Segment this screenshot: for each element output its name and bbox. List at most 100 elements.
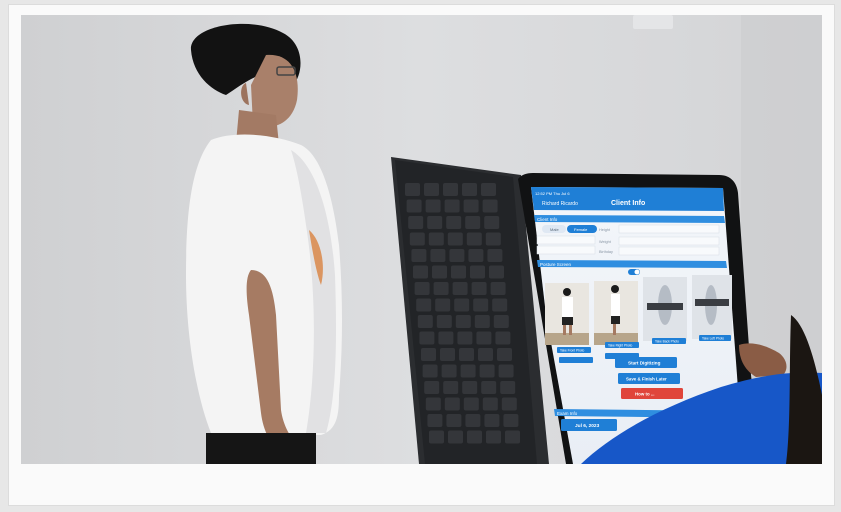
keyboard-key	[446, 414, 462, 427]
height-label: Height	[599, 228, 611, 232]
keyboard-key	[441, 364, 457, 378]
keyboard-key	[473, 298, 489, 312]
start-digitizing-label: Start Digitizing	[628, 361, 661, 366]
keyboard-key	[452, 282, 468, 295]
keyboard-key	[435, 298, 451, 312]
keyboard-key	[433, 282, 449, 295]
keyboard-key	[444, 397, 460, 411]
birthday-label: Birthday	[599, 250, 613, 254]
toggle-knob	[634, 269, 640, 275]
keyboard-key	[427, 414, 443, 427]
field-row-2[interactable]	[536, 245, 596, 255]
section-photos-label: Posture Screen	[540, 262, 572, 267]
keyboard-key	[492, 298, 508, 312]
wall-outlet	[633, 15, 673, 29]
keyboard-key	[481, 183, 496, 196]
keyboard-key	[443, 381, 459, 394]
keyboard-key	[505, 430, 520, 444]
keyboard-key	[451, 265, 466, 279]
keyboard-key	[478, 348, 493, 361]
keyboard-key	[444, 199, 460, 213]
keyboard-key	[432, 265, 447, 279]
keyboard-key	[493, 315, 509, 328]
keyboard-key	[484, 216, 500, 229]
keyboard-key	[501, 397, 517, 411]
keyboard-key	[462, 381, 478, 394]
weight-label: Weight	[599, 240, 612, 244]
keyboard-key	[447, 232, 463, 246]
keyboard-key	[457, 331, 473, 345]
keyboard-key	[429, 430, 444, 444]
keyboard-key	[455, 315, 471, 328]
save-finish-later-label: Save & Finish Later	[626, 377, 667, 382]
keyboard-key	[438, 331, 454, 345]
keyboard-key	[465, 414, 481, 427]
retake-front-button[interactable]	[559, 357, 593, 363]
keyboard-key	[414, 282, 430, 295]
keyboard-key	[413, 265, 428, 279]
keyboard-key	[465, 216, 481, 229]
keyboard-key	[409, 232, 425, 246]
keyboard-key	[462, 183, 477, 196]
field-birthday[interactable]	[618, 246, 720, 256]
keyboard-key	[440, 348, 455, 361]
keyboard-key	[466, 232, 482, 246]
keyboard-key	[446, 216, 462, 229]
keyboard-key	[500, 381, 516, 394]
keyboard-key	[482, 199, 498, 213]
app-title: Client Info	[611, 200, 645, 207]
keyboard-key	[430, 249, 446, 262]
keyboard-key	[428, 232, 444, 246]
keyboard-key	[421, 348, 436, 361]
keyboard-key	[463, 397, 479, 411]
keyboard-key	[486, 430, 501, 444]
sex-male-label: Male	[550, 227, 559, 232]
keyboard-key	[495, 331, 511, 345]
take-front-label: Take Front Photo	[560, 349, 584, 353]
section-client-label: Client Info	[537, 217, 558, 222]
keyboard-key	[454, 298, 470, 312]
section-bar-client	[534, 215, 725, 223]
keyboard-key	[485, 232, 501, 246]
take-back-label: Take Back Photo	[655, 340, 679, 344]
keyboard-key	[489, 265, 504, 279]
keyboard-key	[474, 315, 490, 328]
keyboard-key	[449, 249, 465, 262]
sex-female-label: Female	[574, 227, 588, 232]
keyboard-key	[448, 430, 463, 444]
keyboard-key	[425, 199, 441, 213]
keyboard-key	[425, 397, 441, 411]
field-weight[interactable]	[618, 236, 720, 246]
keyboard-key	[416, 298, 432, 312]
keyboard-key	[424, 381, 440, 394]
keyboard-key	[463, 199, 479, 213]
keyboard-key	[481, 381, 497, 394]
keyboard-key	[459, 348, 474, 361]
take-side-label: Take Right Photo	[608, 344, 633, 348]
keyboard-key	[498, 364, 514, 378]
keyboard-key	[470, 265, 485, 279]
keyboard-key	[419, 331, 435, 345]
pants	[206, 433, 316, 464]
field-height[interactable]	[618, 224, 720, 234]
keyboard-key	[408, 216, 424, 229]
exam-date-label: Jul 6, 2023	[575, 423, 600, 429]
keyboard-key	[484, 414, 500, 427]
keyboard-key	[490, 282, 506, 295]
keyboard-key	[411, 249, 427, 262]
section-exam-label: Exam Info	[557, 411, 578, 416]
keyboard-key	[405, 183, 420, 196]
back-label[interactable]: Richard Ricardo	[542, 201, 578, 207]
red-help-label: How to ...	[635, 392, 655, 397]
keyboard-key	[497, 348, 512, 361]
keyboard-key	[443, 183, 458, 196]
keyboard-key	[460, 364, 476, 378]
keyboard-key	[503, 414, 519, 427]
keyboard-key	[436, 315, 452, 328]
take-left-label: Take Left Photo	[702, 337, 724, 341]
keyboard-key	[406, 199, 422, 213]
field-row-1[interactable]	[536, 235, 596, 245]
keyboard-key	[471, 282, 487, 295]
keyboard-key	[468, 249, 484, 262]
status-time: 12:52 PM Thu Jul 6	[535, 191, 570, 196]
